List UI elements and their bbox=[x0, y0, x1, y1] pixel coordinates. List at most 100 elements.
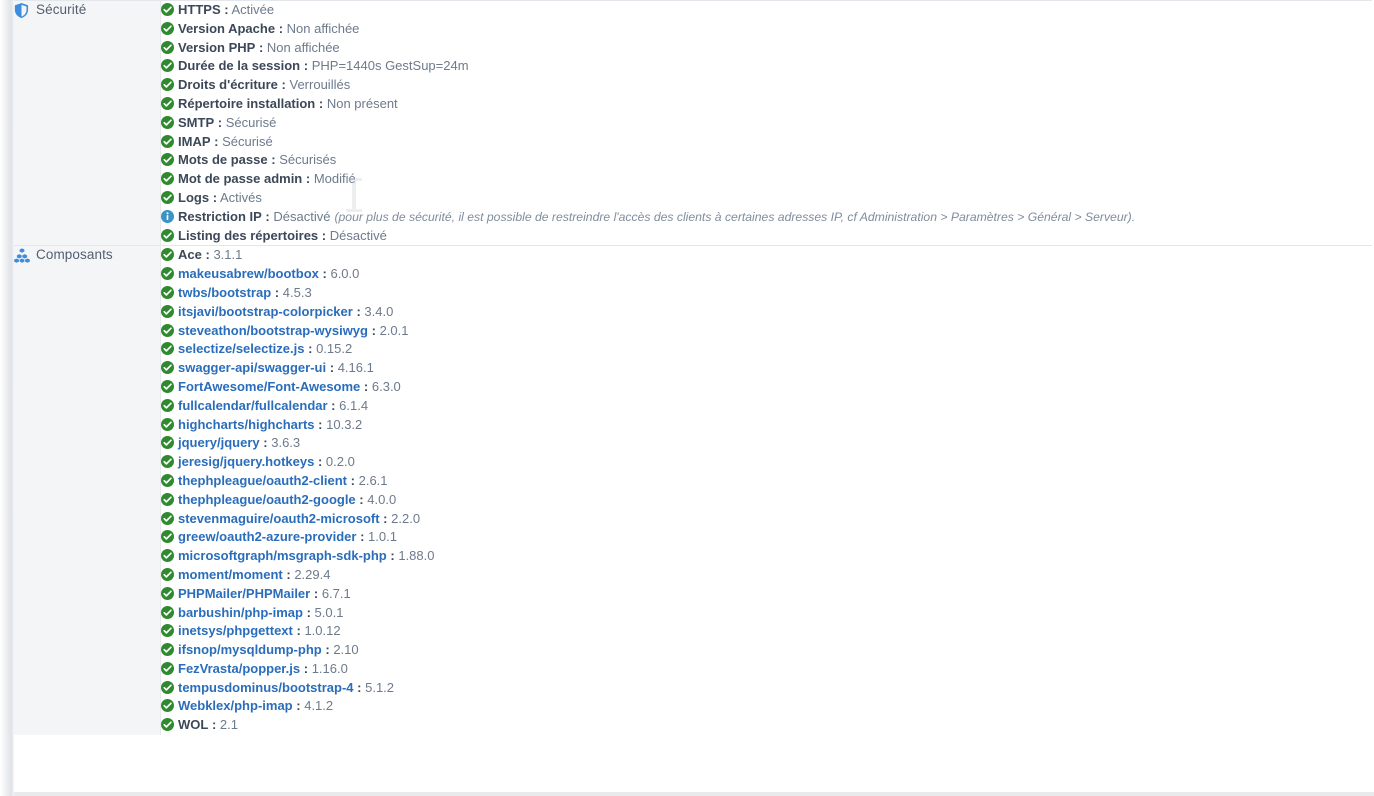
section-header-securite: Sécurité bbox=[14, 1, 86, 19]
component-link[interactable]: ifsnop/mysqldump-php bbox=[178, 642, 322, 657]
item-value: Sécurisé bbox=[225, 114, 277, 130]
component-link[interactable]: tempusdominus/bootstrap-4 bbox=[178, 680, 354, 695]
info-item: highcharts/highcharts : 10.3.2 bbox=[161, 416, 1372, 435]
item-separator: : bbox=[383, 510, 388, 526]
item-value: 3.6.3 bbox=[271, 435, 301, 451]
component-link[interactable]: inetsys/phpgettext bbox=[178, 623, 293, 638]
system-info-table-body: Sécurité HTTPS : Activée Version Apache : … bbox=[14, 0, 1372, 736]
info-item: Logs : Activés bbox=[161, 189, 1372, 208]
component-link[interactable]: selectize/selectize.js bbox=[178, 341, 304, 356]
item-value: 1.88.0 bbox=[398, 548, 435, 564]
item-separator: : bbox=[308, 341, 313, 357]
info-item: PHPMailer/PHPMailer : 6.7.1 bbox=[161, 585, 1372, 604]
item-value: 4.1.2 bbox=[304, 698, 334, 714]
item-value: Verrouillés bbox=[289, 77, 351, 93]
section-header-composants: Composants bbox=[14, 246, 113, 264]
check-circle-icon bbox=[161, 285, 174, 299]
system-info-table-wrapper: Sécurité HTTPS : Activée Version Apache : … bbox=[14, 0, 1374, 796]
item-value: 4.16.1 bbox=[337, 360, 374, 376]
item-value: 1.16.0 bbox=[311, 660, 348, 676]
component-link[interactable]: Webklex/php-imap bbox=[178, 698, 293, 713]
item-value: 6.7.1 bbox=[321, 585, 351, 601]
item-key: Durée de la session bbox=[178, 58, 301, 74]
info-item: jquery/jquery : 3.6.3 bbox=[161, 434, 1372, 453]
section-row-composants: Composants Ace : 3.1.1 makeusabrew/bootbox… bbox=[14, 245, 1372, 736]
info-item: moment/moment : 2.29.4 bbox=[161, 566, 1372, 585]
component-link[interactable]: FezVrasta/popper.js bbox=[178, 661, 300, 676]
info-item: FortAwesome/Font-Awesome : 6.3.0 bbox=[161, 378, 1372, 397]
page-left-gutter bbox=[0, 0, 14, 796]
component-link[interactable]: highcharts/highcharts bbox=[178, 417, 315, 432]
info-item: inetsys/phpgettext : 1.0.12 bbox=[161, 622, 1372, 641]
check-circle-icon bbox=[161, 172, 174, 186]
component-link[interactable]: jquery/jquery bbox=[178, 435, 260, 450]
component-link[interactable]: PHPMailer/PHPMailer bbox=[178, 586, 310, 601]
component-link[interactable]: thephpleague/oauth2-google bbox=[178, 492, 356, 507]
item-value: 3.1.1 bbox=[213, 247, 243, 263]
check-circle-icon bbox=[161, 267, 174, 281]
component-link[interactable]: moment/moment bbox=[178, 567, 283, 582]
check-circle-icon bbox=[161, 492, 174, 506]
section-label-cell-securite: Sécurité bbox=[14, 0, 161, 246]
component-link[interactable]: swagger-api/swagger-ui bbox=[178, 360, 326, 375]
item-separator: : bbox=[360, 529, 365, 545]
item-value: 0.15.2 bbox=[316, 341, 353, 357]
component-link[interactable]: FortAwesome/Font-Awesome bbox=[178, 379, 360, 394]
info-item: ifsnop/mysqldump-php : 2.10 bbox=[161, 641, 1372, 660]
component-link[interactable]: greew/oauth2-azure-provider bbox=[178, 529, 356, 544]
check-circle-icon bbox=[161, 228, 174, 242]
item-separator: : bbox=[322, 266, 327, 282]
component-link[interactable]: barbushin/php-imap bbox=[178, 605, 303, 620]
item-key: Listing des répertoires bbox=[178, 227, 319, 243]
info-item: Version Apache : Non affichée bbox=[161, 20, 1372, 39]
component-link[interactable]: itsjavi/bootstrap-colorpicker bbox=[178, 304, 353, 319]
check-circle-icon bbox=[161, 78, 174, 92]
info-item: swagger-api/swagger-ui : 4.16.1 bbox=[161, 359, 1372, 378]
component-link[interactable]: twbs/bootstrap bbox=[178, 285, 271, 300]
component-link[interactable]: microsoftgraph/msgraph-sdk-php bbox=[178, 548, 387, 563]
component-link[interactable]: steveathon/bootstrap-wysiwyg bbox=[178, 323, 368, 338]
item-separator: : bbox=[317, 454, 323, 470]
component-link[interactable]: jeresig/jquery.hotkeys bbox=[178, 454, 314, 469]
item-value: 2.10 bbox=[333, 642, 359, 658]
info-item: Durée de la session : PHP=1440s GestSup=… bbox=[161, 57, 1372, 76]
item-value: 4.0.0 bbox=[367, 491, 397, 507]
info-item: HTTPS : Activée bbox=[161, 1, 1372, 20]
item-key: Restriction IP bbox=[178, 208, 262, 224]
component-link[interactable]: stevenmaguire/oauth2-microsoft bbox=[178, 511, 380, 526]
info-item: Listing des répertoires : Désactivé bbox=[161, 227, 1372, 246]
item-separator: : bbox=[318, 416, 323, 432]
item-separator: : bbox=[281, 77, 286, 93]
info-item: Version PHP : Non affichée bbox=[161, 39, 1372, 58]
info-item: Droits d'écriture : Verrouillés bbox=[161, 76, 1372, 95]
item-key: Mot de passe admin bbox=[178, 171, 303, 187]
item-value: 2.2.0 bbox=[391, 510, 421, 526]
shield-icon bbox=[14, 2, 29, 18]
check-circle-icon bbox=[161, 455, 174, 469]
component-link[interactable]: makeusabrew/bootbox bbox=[178, 266, 319, 281]
item-value: 6.3.0 bbox=[371, 378, 401, 394]
component-link[interactable]: fullcalendar/fullcalendar bbox=[178, 398, 328, 413]
component-link[interactable]: thephpleague/oauth2-client bbox=[178, 473, 347, 488]
item-value: Non affichée bbox=[286, 20, 360, 36]
item-value: 1.0.12 bbox=[304, 623, 341, 639]
item-key: HTTPS bbox=[178, 2, 221, 17]
item-value: 2.6.1 bbox=[358, 472, 388, 488]
item-separator: : bbox=[306, 604, 311, 620]
item-value: 6.1.4 bbox=[339, 397, 369, 413]
info-item: stevenmaguire/oauth2-microsoft : 2.2.0 bbox=[161, 510, 1372, 529]
item-separator: : bbox=[321, 227, 327, 243]
item-separator: : bbox=[258, 39, 264, 55]
info-item: IMAP : Sécurisé bbox=[161, 133, 1372, 152]
check-circle-icon bbox=[161, 624, 174, 638]
item-value: Non présent bbox=[326, 95, 398, 111]
check-circle-icon bbox=[161, 3, 174, 16]
item-separator: : bbox=[217, 114, 223, 130]
item-key: Répertoire installation bbox=[178, 95, 316, 111]
system-info-table: Sécurité HTTPS : Activée Version Apache : … bbox=[14, 0, 1372, 736]
info-circle-icon bbox=[161, 209, 174, 223]
system-info-page: Sécurité HTTPS : Activée Version Apache : … bbox=[0, 0, 1374, 796]
item-value: 1.0.1 bbox=[368, 529, 397, 545]
item-value: Activée bbox=[231, 2, 275, 17]
check-circle-icon bbox=[161, 473, 174, 487]
